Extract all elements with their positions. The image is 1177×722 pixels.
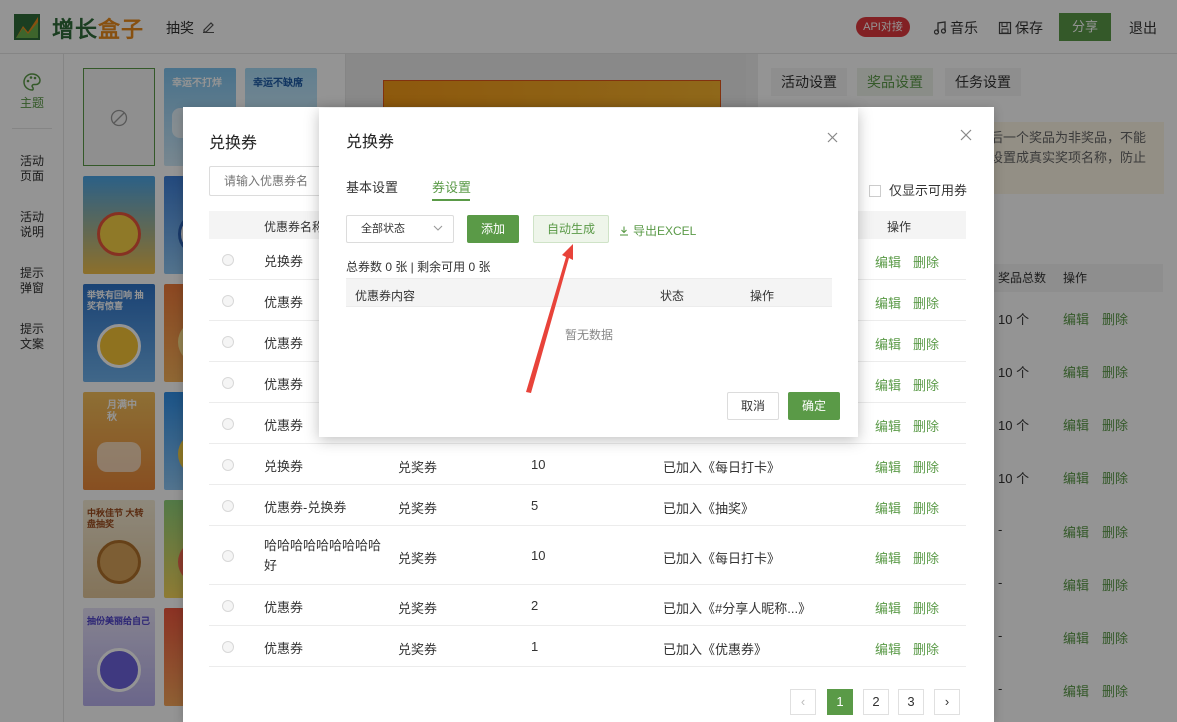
delete-link[interactable]: 删除	[913, 252, 939, 271]
delete-link[interactable]: 删除	[913, 639, 939, 658]
close-icon[interactable]	[960, 129, 972, 141]
coupon-status: 已加入《每日打卡》	[663, 551, 781, 566]
coupon-name: 优惠券-兑换券	[264, 500, 347, 515]
checkbox-box[interactable]	[869, 185, 881, 197]
picker-title: 兑换券	[209, 135, 258, 152]
row-radio[interactable]	[222, 295, 234, 307]
row-radio[interactable]	[222, 418, 234, 430]
coupon-count: 5	[531, 498, 539, 513]
edit-link[interactable]: 编辑	[875, 293, 901, 312]
delete-link[interactable]: 删除	[913, 548, 939, 567]
coupon-type: 兑奖券	[398, 601, 438, 616]
table-row[interactable]: 哈哈哈哈哈哈哈哈哈 好 兑奖券 10 已加入《每日打卡》 编辑 删除	[209, 526, 966, 585]
coupon-name: 兑换券	[264, 254, 304, 269]
edit-link[interactable]: 编辑	[875, 548, 901, 567]
row-radio[interactable]	[222, 550, 234, 562]
pager-prev[interactable]: ‹	[790, 689, 816, 715]
delete-link[interactable]: 删除	[913, 334, 939, 353]
edit-link[interactable]: 编辑	[875, 457, 901, 476]
coupon-count: 2	[531, 598, 539, 613]
coupon-count: 10	[531, 457, 546, 472]
coupon-name: 优惠券	[264, 295, 304, 310]
coupon-settings-dialog: 兑换券 基本设置 券设置 全部状态 添加 自动生成 导出EXCEL 总券数 0 …	[319, 108, 858, 437]
close-icon[interactable]	[827, 132, 838, 143]
pager-next[interactable]: ›	[934, 689, 960, 715]
delete-link[interactable]: 删除	[913, 375, 939, 394]
table-row[interactable]: 优惠券-兑换券 兑奖券 5 已加入《抽奖》 编辑 删除	[209, 485, 966, 526]
coupon-name: 优惠券	[264, 336, 304, 351]
tab-basic-settings[interactable]: 基本设置	[346, 177, 398, 196]
coupon-status: 已加入《抽奖》	[663, 501, 755, 516]
edit-link[interactable]: 编辑	[875, 416, 901, 435]
edit-link[interactable]: 编辑	[875, 252, 901, 271]
row-radio[interactable]	[222, 641, 234, 653]
download-icon	[620, 226, 628, 236]
coupon-name: 优惠券	[264, 641, 304, 656]
row-radio[interactable]	[222, 377, 234, 389]
coupon-status: 已加入《优惠券》	[663, 642, 768, 657]
coupon-type: 兑奖券	[398, 642, 438, 657]
edit-link[interactable]: 编辑	[875, 598, 901, 617]
row-radio[interactable]	[222, 336, 234, 348]
edit-link[interactable]: 编辑	[875, 498, 901, 517]
row-radio[interactable]	[222, 459, 234, 471]
pager-page-2[interactable]: 2	[863, 689, 889, 715]
coupon-status: 已加入《每日打卡》	[663, 460, 781, 475]
coupon-type: 兑奖券	[398, 501, 438, 516]
edit-link[interactable]: 编辑	[875, 375, 901, 394]
coupon-status: 已加入《#分享人昵称...》	[663, 601, 812, 616]
coupon-table-header: 优惠券内容 状态 操作	[346, 278, 832, 307]
row-radio[interactable]	[222, 254, 234, 266]
coupon-count: 10	[531, 548, 546, 563]
row-radio[interactable]	[222, 600, 234, 612]
coupon-name: 优惠券	[264, 600, 304, 615]
coupon-name: 优惠券	[264, 418, 304, 433]
coupon-type: 兑奖券	[398, 460, 438, 475]
pager-page-1[interactable]: 1	[827, 689, 853, 715]
tab-coupon-settings[interactable]: 券设置	[432, 177, 471, 196]
table-row[interactable]: 优惠券 兑奖券 2 已加入《#分享人昵称...》 编辑 删除	[209, 585, 966, 626]
coupon-name: 哈哈哈哈哈哈哈哈哈 好	[264, 538, 382, 573]
cancel-button[interactable]: 取消	[727, 392, 779, 420]
dialog-title: 兑换券	[346, 134, 395, 151]
delete-link[interactable]: 删除	[913, 416, 939, 435]
auto-generate-button[interactable]: 自动生成	[533, 215, 609, 243]
add-button[interactable]: 添加	[467, 215, 519, 243]
edit-link[interactable]: 编辑	[875, 639, 901, 658]
delete-link[interactable]: 删除	[913, 598, 939, 617]
edit-link[interactable]: 编辑	[875, 334, 901, 353]
coupon-summary: 总券数 0 张 | 剩余可用 0 张	[346, 260, 491, 274]
chevron-down-icon	[433, 225, 443, 231]
coupon-type: 兑奖券	[398, 551, 438, 566]
table-row[interactable]: 优惠券 兑奖券 1 已加入《优惠券》 编辑 删除	[209, 626, 966, 667]
delete-link[interactable]: 删除	[913, 457, 939, 476]
delete-link[interactable]: 删除	[913, 498, 939, 517]
status-select[interactable]: 全部状态	[346, 215, 454, 243]
pager-page-3[interactable]: 3	[898, 689, 924, 715]
coupon-count: 1	[531, 639, 539, 654]
export-excel-link[interactable]: 导出EXCEL	[619, 222, 696, 239]
coupon-name: 优惠券	[264, 377, 304, 392]
delete-link[interactable]: 删除	[913, 293, 939, 312]
row-radio[interactable]	[222, 500, 234, 512]
only-available-checkbox[interactable]: 仅显示可用券	[869, 180, 967, 199]
table-row[interactable]: 兑换券 兑奖券 10 已加入《每日打卡》 编辑 删除	[209, 444, 966, 485]
empty-state-text: 暂无数据	[564, 328, 613, 342]
confirm-button[interactable]: 确定	[788, 392, 840, 420]
active-tab-underline	[432, 199, 470, 201]
coupon-name: 兑换券	[264, 459, 304, 474]
